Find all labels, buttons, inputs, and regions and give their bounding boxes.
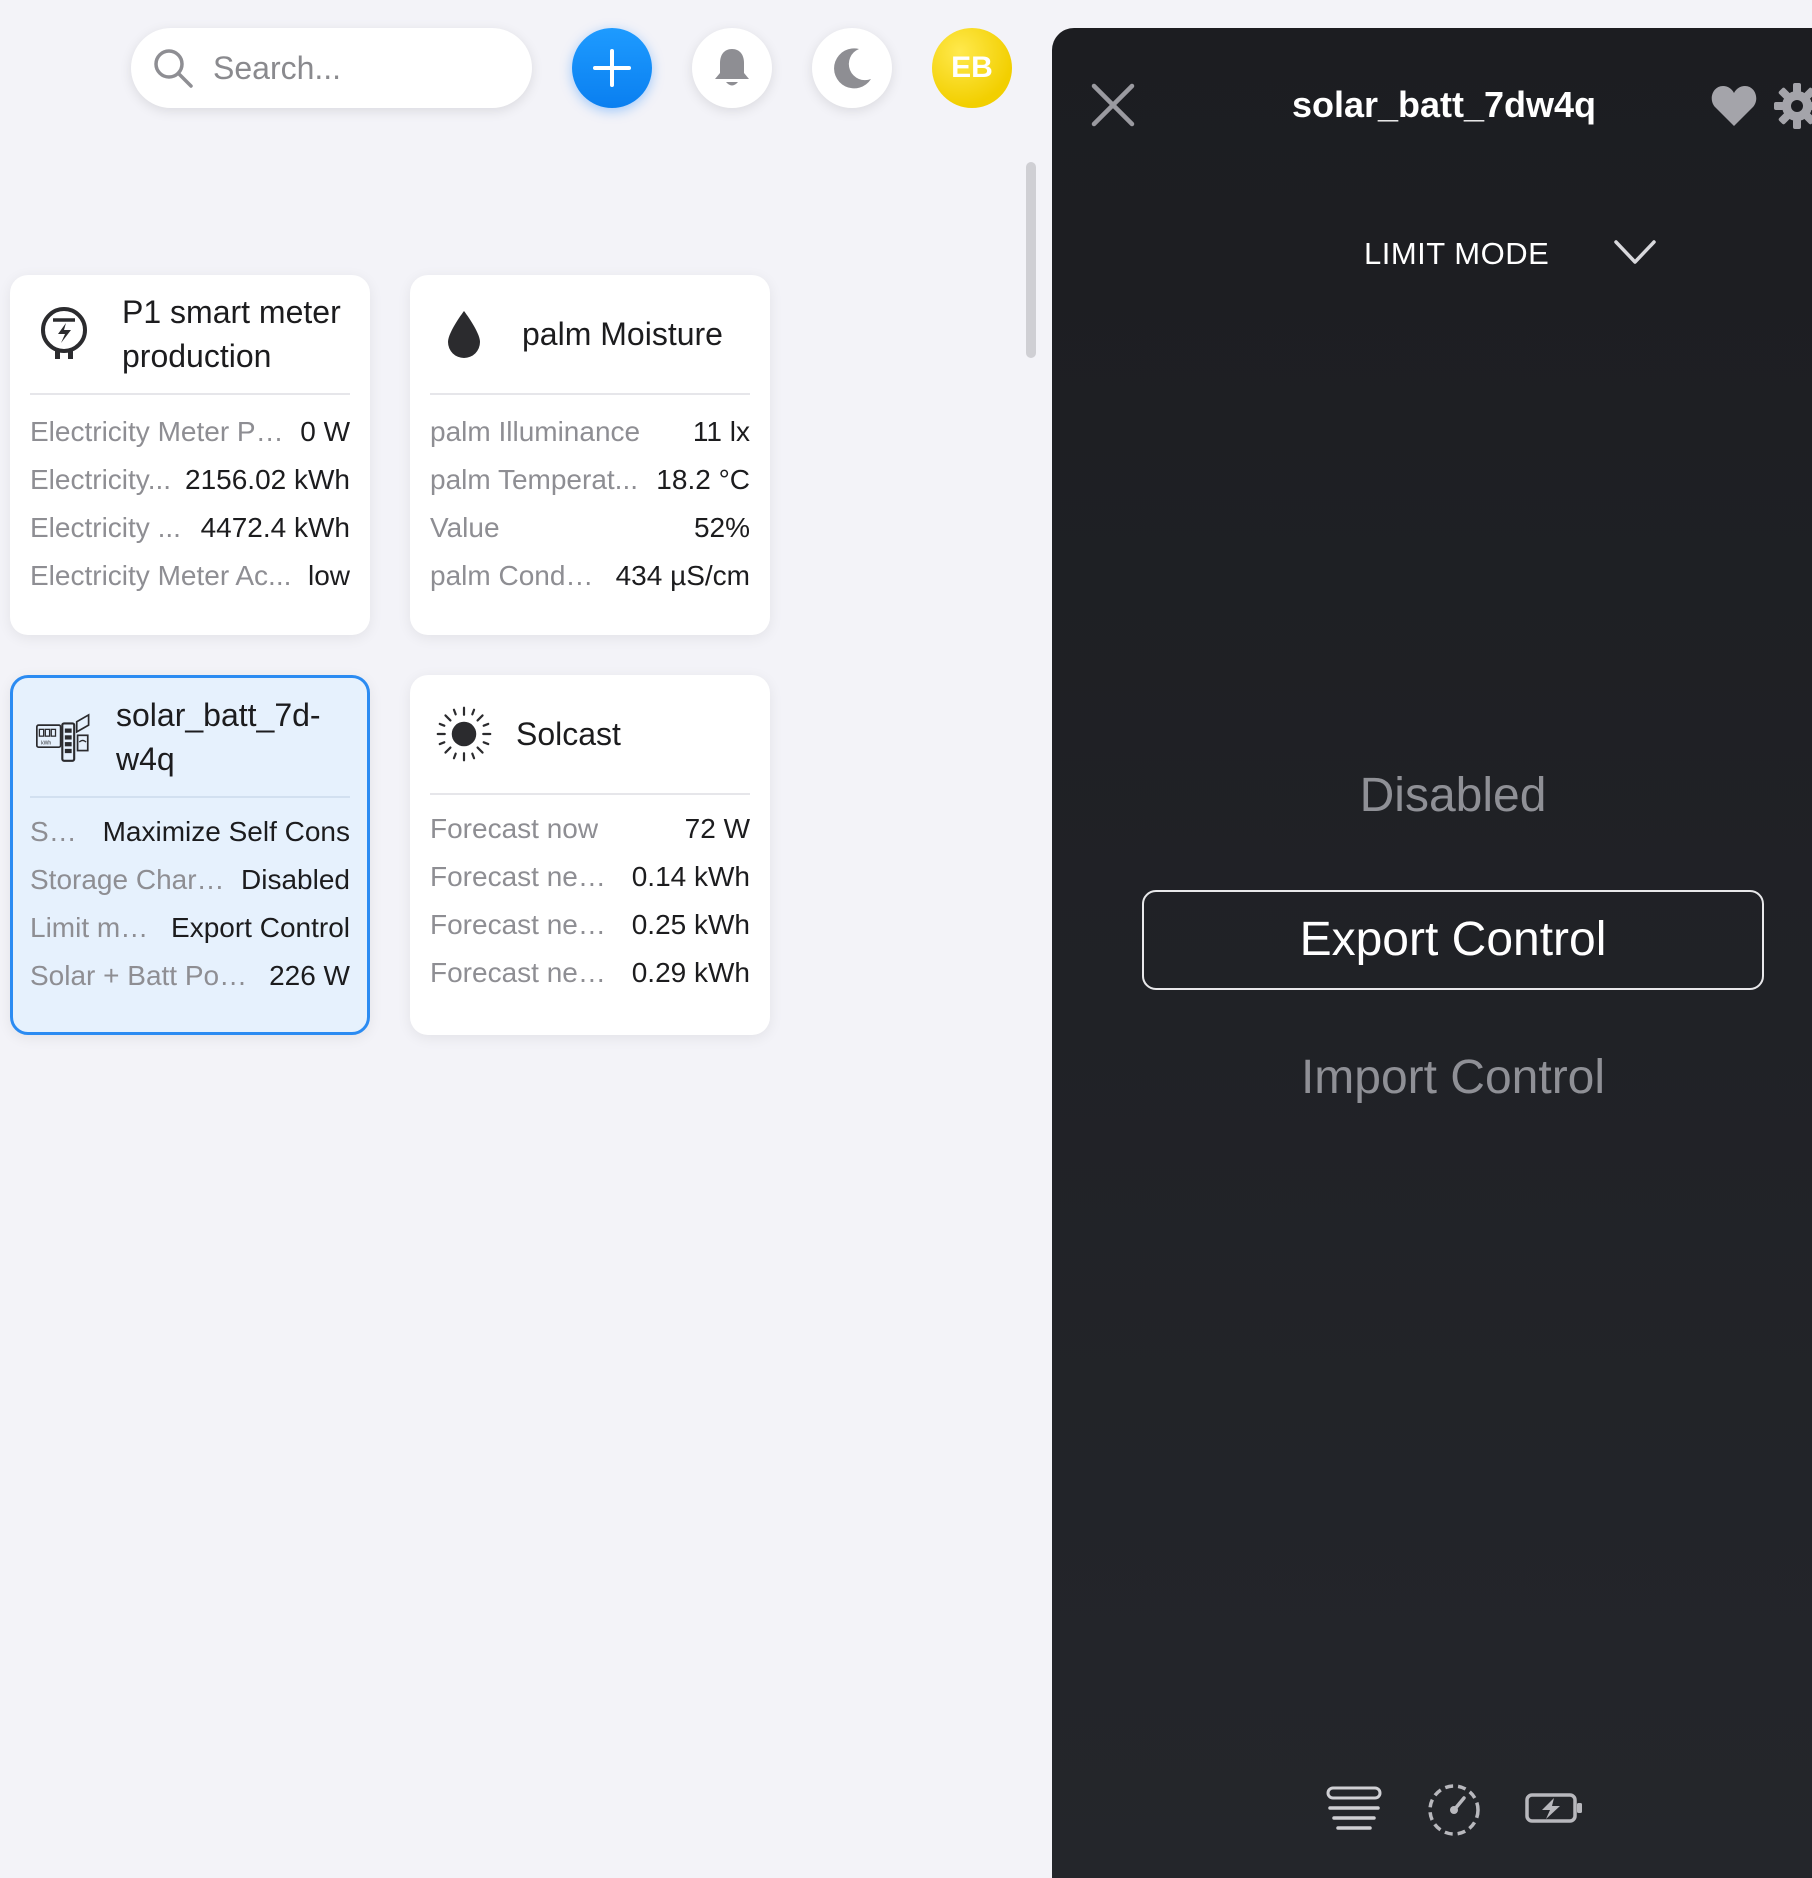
limit-mode-label: LIMIT MODE (1364, 236, 1550, 271)
water-drop-icon (436, 306, 492, 362)
card-row[interactable]: Limit mo... Export Control (30, 904, 350, 952)
card-row[interactable]: Forecast next... 0.29 kWh (430, 949, 750, 997)
row-label: palm Condu... (430, 560, 604, 591)
chevron-down-icon[interactable] (1612, 236, 1658, 268)
card-title-line: w4q (116, 741, 175, 777)
card-row[interactable]: Electricity... 2156.02 kWh (30, 456, 350, 504)
panel-bottom-toolbar (1324, 1778, 1584, 1838)
row-label: Electricity Meter Ac... (30, 560, 292, 591)
card-p1-smart-meter[interactable]: P1 smart meter production Electricity Me… (10, 275, 370, 635)
card-header: palm Moisture (430, 275, 750, 395)
row-value: 0.29 kWh (631, 957, 750, 988)
card-solcast[interactable]: Solcast Forecast now 72 W Forecast next..… (410, 675, 770, 1035)
row-value: 18.2 °C (656, 464, 750, 495)
card-row[interactable]: Electricity Meter Ac... low (30, 552, 350, 600)
row-label: Forecast next... (430, 957, 620, 988)
bell-icon (715, 49, 749, 86)
card-header: P1 smart meter production (30, 275, 350, 395)
limit-mode-dropdown[interactable]: LIMIT MODE (1272, 214, 1672, 284)
card-palm-moisture[interactable]: palm Moisture palm Illuminance 11 lx palm… (410, 275, 770, 635)
row-value: 72 W (684, 813, 750, 844)
row-label: Forecast next... (430, 909, 620, 940)
row-value: Export Control (171, 912, 350, 943)
row-label: palm Illuminance (430, 416, 641, 447)
row-value: 0.25 kWh (631, 909, 750, 940)
card-row[interactable]: Value 52% (430, 504, 750, 552)
row-value: 2156.02 kWh (185, 464, 350, 495)
row-label: Forecast next... (430, 861, 620, 892)
row-value: 52% (693, 512, 750, 543)
card-title: P1 smart meter production (122, 294, 341, 374)
solar-battery-icon: kWh (36, 709, 92, 765)
row-value: 0.14 kWh (631, 861, 750, 892)
user-avatar[interactable]: EB (932, 28, 1012, 108)
option-export-control[interactable]: Export Control (1142, 890, 1764, 990)
card-row[interactable]: Forecast now 72 W (430, 805, 750, 853)
row-value: 11 lx (692, 416, 750, 447)
row-label: palm Temperat... (430, 464, 639, 495)
electricity-meter-icon (36, 306, 92, 362)
card-row[interactable]: Electricity Meter Po... 0 W (30, 408, 350, 456)
card-row[interactable]: Stor... Maximize Self Cons (30, 808, 350, 856)
card-header: kWh solar_batt_7d- w4q (30, 678, 350, 798)
row-value: Disabled (241, 864, 350, 895)
card-row[interactable]: palm Illuminance 11 lx (430, 408, 750, 456)
row-label: Electricity... (30, 464, 172, 495)
card-row[interactable]: Electricity ... 4472.4 kWh (30, 504, 350, 552)
row-label: Storage Charg... (30, 864, 230, 895)
card-row[interactable]: palm Temperat... 18.2 °C (430, 456, 750, 504)
row-label: Value (430, 512, 500, 543)
card-row[interactable]: Solar + Batt Power 226 W (30, 952, 350, 1000)
card-header: Solcast (430, 675, 750, 795)
option-disabled[interactable]: Disabled (1142, 768, 1764, 823)
search-icon (154, 49, 193, 88)
row-value: Maximize Self Cons (102, 816, 350, 847)
list-icon[interactable] (1324, 1778, 1384, 1838)
row-value: 4472.4 kWh (200, 512, 350, 543)
row-label: Forecast now (430, 813, 599, 844)
row-label: Solar + Batt Power (30, 960, 258, 991)
panel-title: solar_batt_7dw4q (1291, 84, 1597, 125)
scrollbar[interactable] (1026, 162, 1036, 358)
moon-icon (834, 48, 871, 89)
entity-detail-panel: solar_batt_7dw4q LIMIT MODE Disabled Exp… (1052, 28, 1812, 1878)
card-solar-batt[interactable]: kWh solar_batt_7d- w4q Stor... Maximize S… (10, 675, 370, 1035)
battery-charging-icon[interactable] (1524, 1778, 1584, 1838)
card-row[interactable]: Forecast next... 0.14 kWh (430, 853, 750, 901)
card-row[interactable]: Forecast next... 0.25 kWh (430, 901, 750, 949)
add-button[interactable] (572, 28, 652, 108)
search-box[interactable] (131, 28, 532, 108)
row-label: Limit mo... (30, 912, 160, 943)
card-title-line: solar_batt_7d- (116, 697, 321, 733)
plus-icon (593, 49, 631, 87)
row-value: 226 W (269, 960, 350, 991)
svg-text:kWh: kWh (41, 741, 51, 747)
card-row[interactable]: palm Condu... 434 µS/cm (430, 552, 750, 600)
card-title: palm Moisture (522, 316, 723, 352)
row-value: low (307, 560, 350, 591)
card-title: solar_batt_7d- w4q (116, 693, 321, 781)
card-row[interactable]: Storage Charg... Disabled (30, 856, 350, 904)
row-label: Stor... (30, 816, 81, 847)
option-import-control[interactable]: Import Control (1142, 1050, 1764, 1105)
card-title: Solcast (516, 716, 621, 752)
notifications-button[interactable] (692, 28, 772, 108)
row-value: 434 µS/cm (615, 560, 750, 591)
row-value: 0 W (300, 416, 350, 447)
gear-icon[interactable] (1772, 81, 1812, 131)
row-label: Electricity ... (30, 512, 181, 543)
sun-icon (436, 706, 492, 762)
theme-toggle-button[interactable] (812, 28, 892, 108)
row-label: Electricity Meter Po... (30, 416, 289, 447)
gauge-icon[interactable] (1424, 1778, 1484, 1838)
heart-icon[interactable] (1710, 84, 1758, 128)
search-input[interactable] (213, 49, 513, 87)
